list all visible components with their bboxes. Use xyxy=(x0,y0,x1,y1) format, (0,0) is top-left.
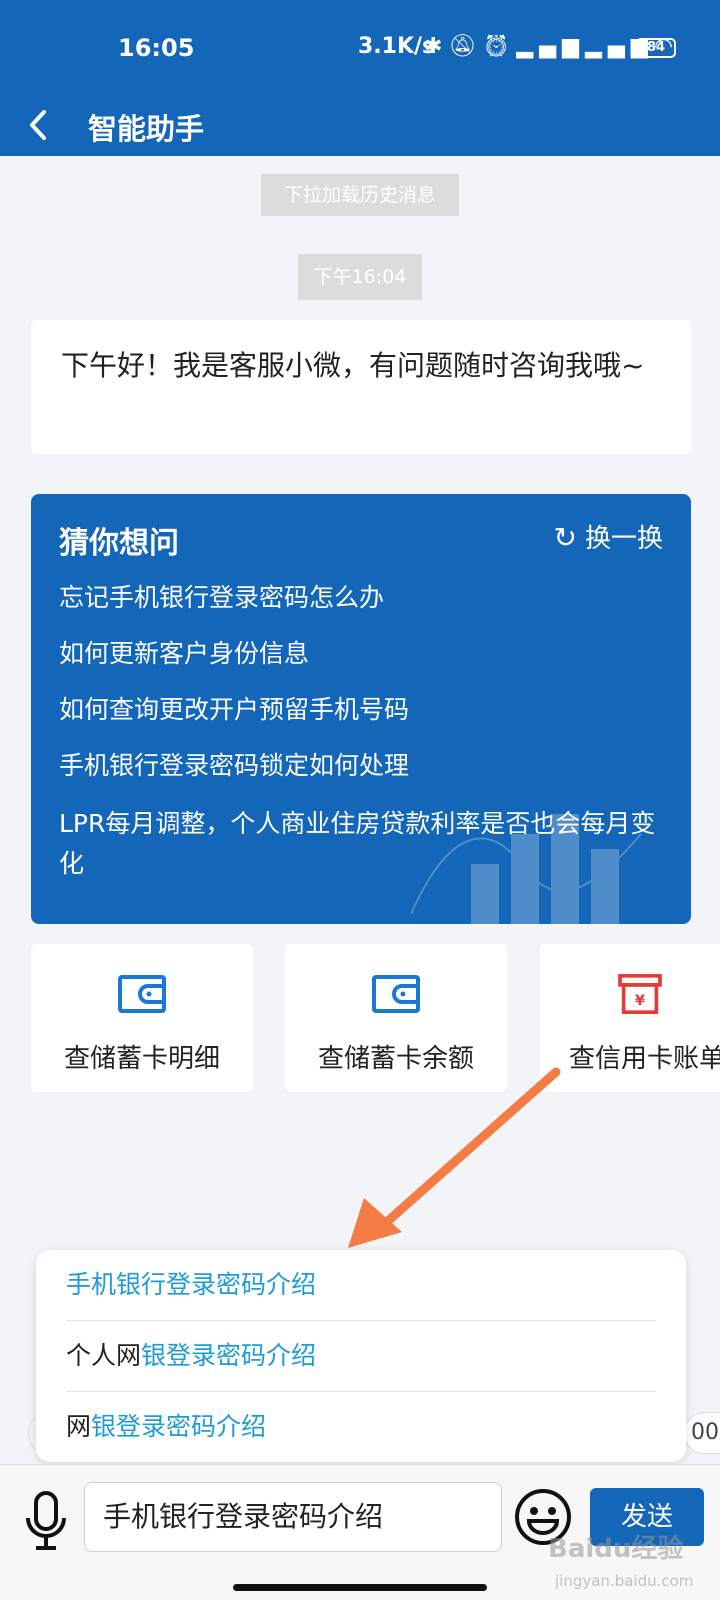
guess-question[interactable]: 手机银行登录密码锁定如何处理 xyxy=(59,746,669,786)
suggestion-highlight: 银登录密码介绍 xyxy=(141,1341,317,1370)
message-input[interactable]: 手机银行登录密码介绍 xyxy=(84,1482,502,1552)
svg-text:¥: ¥ xyxy=(635,993,645,1009)
arrow-annotation-icon xyxy=(348,1067,561,1248)
wallet-icon xyxy=(372,975,420,1013)
guess-question[interactable]: 如何更新客户身份信息 xyxy=(59,634,669,674)
suggestion-popup: 手机银行登录密码介绍 个人网银登录密码介绍 网银登录密码介绍 xyxy=(36,1250,686,1462)
message-timestamp: 下午16:04 xyxy=(298,254,422,300)
chip-partial-right[interactable]: 00元 xyxy=(684,1412,720,1454)
suggestion-item[interactable]: 手机银行登录密码介绍 xyxy=(66,1250,656,1320)
chevron-left-icon xyxy=(30,110,46,140)
refresh-label: 换一换 xyxy=(584,524,663,554)
suggestion-prefix: 个人网 xyxy=(66,1341,142,1370)
microphone-icon[interactable] xyxy=(24,1490,68,1552)
status-bar: 16:05 3.1K/s ✱🔕︎⏰︎▂▄▆▂▄▆◠ 84 xyxy=(0,0,720,96)
watermark: Baidu经验 xyxy=(548,1534,684,1564)
wallet-icon xyxy=(118,975,166,1013)
bluetooth-icon: ✱ xyxy=(424,34,449,59)
page-title: 智能助手 xyxy=(88,112,205,146)
suggestion-highlight: 手机银行登录密码介绍 xyxy=(66,1270,317,1299)
mute-icon: 🔕︎ xyxy=(448,34,483,59)
guess-question[interactable]: 忘记手机银行登录密码怎么办 xyxy=(59,578,669,618)
guess-you-ask-card: 猜你想问 ↻ 换一换 忘记手机银行登录密码怎么办 如何更新客户身份信息 如何查询更… xyxy=(31,494,691,924)
guess-question[interactable]: LPR每月调整，个人商业住房贷款利率是否也会每月变化 xyxy=(59,804,669,884)
quick-action-label: 查储蓄卡明细 xyxy=(63,1044,220,1074)
status-time: 16:05 xyxy=(118,34,195,62)
signal-hd-icon: ▂▄▆ xyxy=(516,34,586,59)
home-indicator[interactable] xyxy=(233,1584,487,1591)
nav-bar: 智能助手 xyxy=(0,96,720,156)
guess-title: 猜你想问 xyxy=(59,526,179,561)
suggestion-item[interactable]: 网银登录密码介绍 xyxy=(66,1392,656,1462)
refresh-icon: ↻ xyxy=(553,521,577,554)
load-history-hint[interactable]: 下拉加载历史消息 xyxy=(261,174,459,216)
watermark-url: jingyan.baidu.com xyxy=(555,1572,694,1590)
refresh-button[interactable]: ↻ 换一换 xyxy=(554,518,663,555)
quick-action-label: 查信用卡账单 xyxy=(569,1044,720,1074)
greeting-message: 下午好！我是客服小微，有问题随时咨询我哦~ xyxy=(31,320,691,454)
quick-action-savings-detail[interactable]: 查储蓄卡明细 xyxy=(31,944,253,1092)
suggestion-prefix: 网 xyxy=(66,1412,92,1441)
suggestion-highlight: 银登录密码介绍 xyxy=(91,1412,267,1441)
back-button[interactable] xyxy=(26,96,56,156)
battery-indicator: 84 xyxy=(636,38,676,58)
alarm-icon: ⏰︎ xyxy=(482,34,517,59)
bill-icon: ¥ xyxy=(618,974,662,1014)
suggestion-item[interactable]: 个人网银登录密码介绍 xyxy=(66,1321,656,1391)
guess-question[interactable]: 如何查询更改开户预留手机号码 xyxy=(59,690,669,730)
